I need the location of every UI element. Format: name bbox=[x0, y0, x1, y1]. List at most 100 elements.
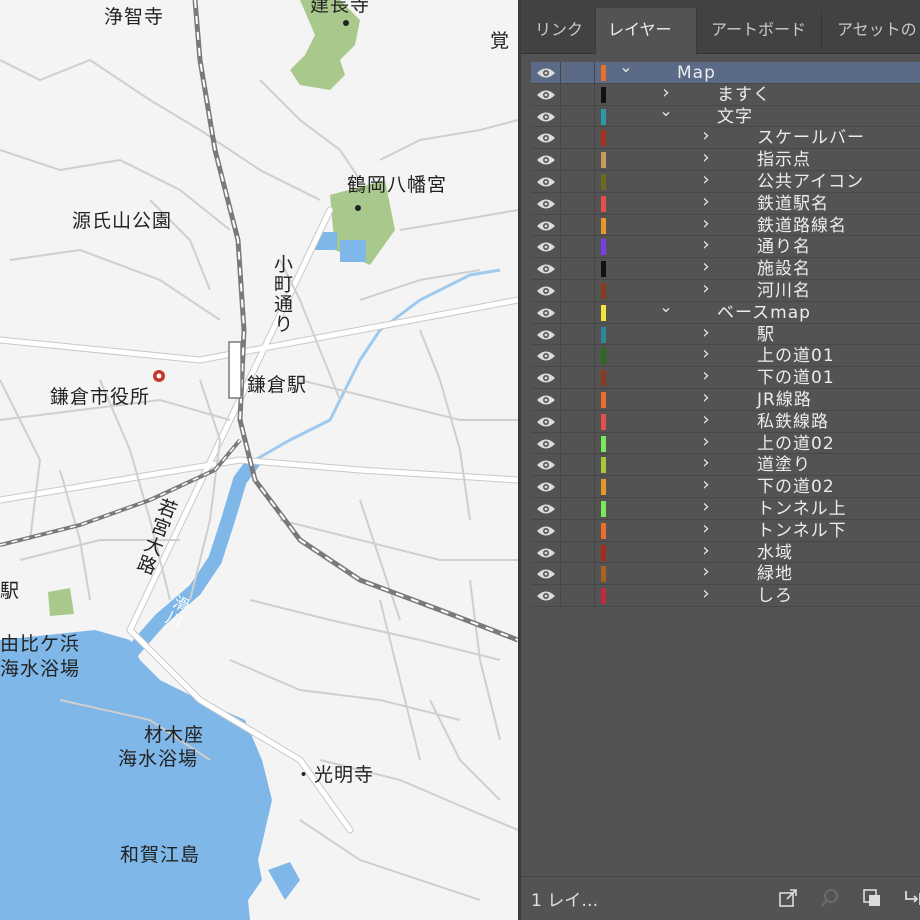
visibility-toggle[interactable] bbox=[531, 105, 561, 127]
lock-toggle[interactable] bbox=[561, 149, 595, 170]
chevron-right-icon[interactable]: › bbox=[699, 496, 713, 517]
chevron-down-icon[interactable]: ⌄ bbox=[659, 101, 673, 120]
visibility-toggle[interactable] bbox=[531, 389, 561, 410]
visibility-toggle[interactable] bbox=[531, 585, 561, 606]
visibility-toggle[interactable] bbox=[531, 432, 561, 454]
layer-row[interactable]: › ますく bbox=[531, 82, 920, 106]
visibility-toggle[interactable] bbox=[531, 498, 561, 519]
chevron-right-icon[interactable]: › bbox=[699, 278, 713, 299]
chevron-right-icon[interactable]: › bbox=[699, 213, 713, 234]
layer-row[interactable]: › 緑地 bbox=[531, 561, 920, 586]
lock-toggle[interactable] bbox=[561, 171, 595, 192]
visibility-toggle[interactable] bbox=[531, 214, 561, 236]
lock-toggle[interactable] bbox=[561, 389, 595, 410]
layer-row[interactable]: › 駅 bbox=[531, 322, 920, 346]
chevron-right-icon[interactable]: › bbox=[699, 518, 713, 539]
visibility-toggle[interactable] bbox=[531, 149, 561, 170]
map-canvas[interactable]: 浄智寺 建長寺 覚 鶴岡八幡宮 源氏山公園 小町通り 鎌倉市役所 鎌倉駅 若宮大… bbox=[0, 0, 518, 920]
layer-row[interactable]: › 施設名 bbox=[531, 256, 920, 280]
layer-row[interactable]: › 鉄道駅名 bbox=[531, 191, 920, 215]
lock-toggle[interactable] bbox=[561, 541, 595, 563]
visibility-toggle[interactable] bbox=[531, 323, 561, 345]
visibility-toggle[interactable] bbox=[531, 280, 561, 301]
move-to-layer-icon[interactable] bbox=[903, 887, 920, 909]
lock-toggle[interactable] bbox=[561, 519, 595, 541]
chevron-right-icon[interactable]: › bbox=[699, 365, 713, 386]
lock-toggle[interactable] bbox=[561, 476, 595, 497]
layer-row[interactable]: › 下の道02 bbox=[531, 474, 920, 498]
layer-row[interactable]: › 指示点 bbox=[531, 147, 920, 171]
layer-row[interactable]: › 下の道01 bbox=[531, 365, 920, 389]
lock-toggle[interactable] bbox=[561, 563, 595, 585]
layer-row[interactable]: › 上の道01 bbox=[531, 343, 920, 368]
chevron-right-icon[interactable]: › bbox=[699, 125, 713, 146]
visibility-toggle[interactable] bbox=[531, 519, 561, 541]
chevron-right-icon[interactable]: › bbox=[699, 387, 713, 408]
lock-toggle[interactable] bbox=[561, 62, 595, 83]
visibility-toggle[interactable] bbox=[531, 83, 561, 105]
layer-row[interactable]: ⌄ 文字 bbox=[531, 101, 920, 128]
layer-row[interactable]: › 鉄道路線名 bbox=[531, 213, 920, 237]
lock-toggle[interactable] bbox=[561, 410, 595, 432]
chevron-right-icon[interactable]: › bbox=[699, 561, 713, 582]
lock-toggle[interactable] bbox=[561, 432, 595, 454]
chevron-right-icon[interactable]: › bbox=[699, 234, 713, 255]
layer-row[interactable]: › トンネル上 bbox=[531, 496, 920, 520]
chevron-right-icon[interactable]: › bbox=[699, 540, 713, 561]
chevron-right-icon[interactable]: › bbox=[699, 191, 713, 212]
search-icon[interactable] bbox=[819, 887, 841, 909]
chevron-down-icon[interactable]: ⌄ bbox=[619, 57, 633, 76]
layer-row[interactable]: › 公共アイコン bbox=[531, 169, 920, 193]
chevron-right-icon[interactable]: › bbox=[699, 147, 713, 168]
layer-row[interactable]: › 上の道02 bbox=[531, 431, 920, 455]
chevron-right-icon[interactable]: › bbox=[699, 583, 713, 604]
lock-toggle[interactable] bbox=[561, 192, 595, 214]
visibility-toggle[interactable] bbox=[531, 127, 561, 149]
visibility-toggle[interactable] bbox=[531, 258, 561, 279]
export-icon[interactable] bbox=[777, 887, 799, 909]
chevron-right-icon[interactable]: › bbox=[699, 343, 713, 364]
visibility-toggle[interactable] bbox=[531, 345, 561, 367]
layer-row[interactable]: ⌄ Map bbox=[531, 57, 920, 84]
visibility-toggle[interactable] bbox=[531, 62, 561, 83]
tab-assets[interactable]: アセットの bbox=[825, 8, 920, 54]
visibility-toggle[interactable] bbox=[531, 410, 561, 432]
layer-row[interactable]: › JR線路 bbox=[531, 387, 920, 411]
lock-toggle[interactable] bbox=[561, 258, 595, 279]
lock-toggle[interactable] bbox=[561, 301, 595, 323]
layer-row[interactable]: ⌄ ベースmap bbox=[531, 297, 920, 324]
lock-toggle[interactable] bbox=[561, 280, 595, 301]
layer-row[interactable]: › 私鉄線路 bbox=[531, 409, 920, 433]
layer-row[interactable]: › しろ bbox=[531, 583, 920, 607]
visibility-toggle[interactable] bbox=[531, 192, 561, 214]
lock-toggle[interactable] bbox=[561, 83, 595, 105]
visibility-toggle[interactable] bbox=[531, 236, 561, 258]
lock-toggle[interactable] bbox=[561, 454, 595, 476]
lock-toggle[interactable] bbox=[561, 236, 595, 258]
layer-row[interactable]: › トンネル下 bbox=[531, 518, 920, 542]
lock-toggle[interactable] bbox=[561, 105, 595, 127]
chevron-right-icon[interactable]: › bbox=[699, 431, 713, 452]
tab-artboards[interactable]: アートボード bbox=[699, 8, 818, 54]
layer-row[interactable]: › 河川名 bbox=[531, 278, 920, 302]
make-clipping-mask-icon[interactable] bbox=[861, 887, 883, 909]
lock-toggle[interactable] bbox=[561, 214, 595, 236]
visibility-toggle[interactable] bbox=[531, 541, 561, 563]
chevron-right-icon[interactable]: › bbox=[699, 409, 713, 430]
chevron-right-icon[interactable]: › bbox=[699, 452, 713, 473]
chevron-down-icon[interactable]: ⌄ bbox=[659, 297, 673, 316]
lock-toggle[interactable] bbox=[561, 127, 595, 149]
layer-row[interactable]: › スケールバー bbox=[531, 125, 920, 150]
tab-layers[interactable]: レイヤー bbox=[595, 8, 697, 54]
tab-links[interactable]: リンク bbox=[523, 8, 595, 54]
visibility-toggle[interactable] bbox=[531, 476, 561, 497]
lock-toggle[interactable] bbox=[561, 345, 595, 367]
visibility-toggle[interactable] bbox=[531, 367, 561, 388]
chevron-right-icon[interactable]: › bbox=[699, 474, 713, 495]
layer-row[interactable]: › 水域 bbox=[531, 540, 920, 564]
lock-toggle[interactable] bbox=[561, 323, 595, 345]
visibility-toggle[interactable] bbox=[531, 454, 561, 476]
layer-row[interactable]: › 道塗り bbox=[531, 452, 920, 477]
chevron-right-icon[interactable]: › bbox=[699, 256, 713, 277]
visibility-toggle[interactable] bbox=[531, 301, 561, 323]
